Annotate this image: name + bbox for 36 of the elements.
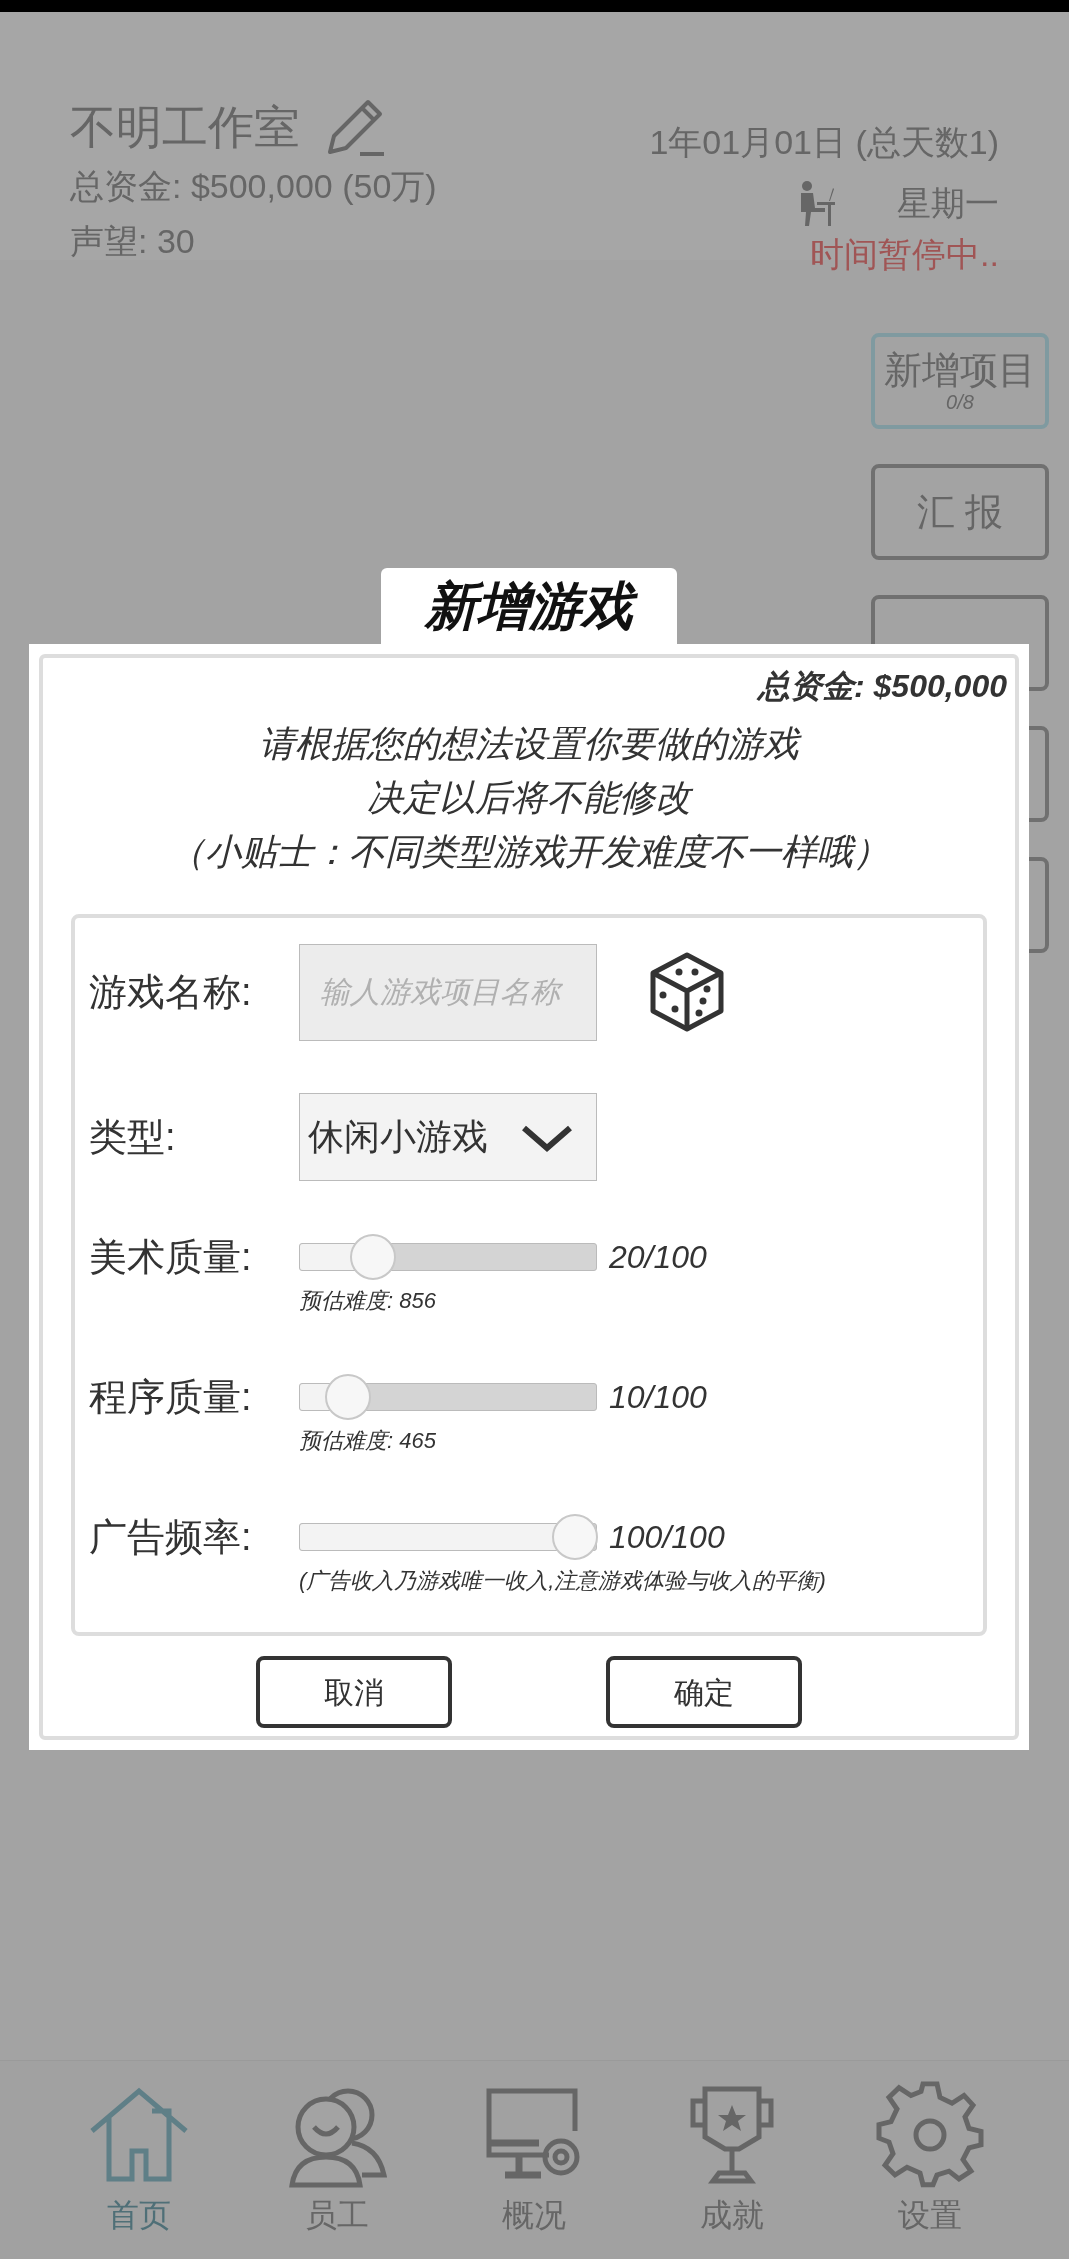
nav-tab[interactable]: 成就 bbox=[667, 2081, 798, 2259]
game-name-input[interactable]: 输人游戏项目名称 bbox=[299, 943, 597, 1041]
slider-reading: 100/100 bbox=[609, 1518, 725, 1557]
nav-tab[interactable]: 概况 bbox=[469, 2081, 600, 2259]
reputation: 声望: 30 bbox=[70, 221, 196, 262]
slider-reading: 20/100 bbox=[609, 1238, 707, 1277]
nav-tab[interactable]: 员工 bbox=[271, 2081, 402, 2259]
dialog-title: 新增游戏 bbox=[381, 568, 677, 644]
field-label: 程序质量: bbox=[89, 1374, 253, 1420]
slider-thumb[interactable] bbox=[325, 1374, 372, 1420]
dialog-button[interactable]: 确定 bbox=[606, 1656, 802, 1728]
studio-name: 不明工作室 bbox=[70, 99, 300, 155]
nav-tab[interactable]: 首页 bbox=[73, 2081, 204, 2259]
nav-tab[interactable]: 设置 bbox=[865, 2081, 996, 2259]
instruction-text: （小贴士：不同类型游戏开发难度不一样哦） bbox=[169, 830, 889, 874]
slider-note: (广告收入乃游戏唯一收入,注意游戏体验与收入的平衡) bbox=[299, 1567, 826, 1595]
field-label: 游戏名称: bbox=[89, 969, 253, 1015]
side-menu-button[interactable]: 新增项目 0/8 bbox=[871, 333, 1049, 429]
slider-thumb[interactable] bbox=[552, 1514, 598, 1560]
slider-note: 预估难度: 856 bbox=[299, 1287, 437, 1315]
time-status: 时间暂停中.. bbox=[810, 234, 999, 275]
slider-reading: 10/100 bbox=[609, 1378, 707, 1417]
genre-dropdown[interactable]: 休闲小游戏 bbox=[299, 1093, 597, 1181]
game-date: 1年01月01日 (总天数1) bbox=[649, 122, 999, 163]
slider-thumb[interactable] bbox=[350, 1234, 397, 1280]
instruction-text: 决定以后将不能修改 bbox=[367, 776, 691, 820]
field-label: 美术质量: bbox=[89, 1234, 253, 1280]
weekday: 星期一 bbox=[897, 183, 999, 224]
dice-icon[interactable] bbox=[649, 951, 725, 1033]
side-menu-button[interactable]: 汇 报 bbox=[871, 464, 1049, 560]
dialog-funds: 总资金: $500,000 bbox=[758, 667, 1007, 706]
field-label: 类型: bbox=[89, 1114, 177, 1160]
dialog-button[interactable]: 取消 bbox=[256, 1656, 452, 1728]
slider-note: 预估难度: 465 bbox=[299, 1427, 437, 1455]
field-label: 广告频率: bbox=[89, 1514, 253, 1560]
total-funds: 总资金: $500,000 (50万) bbox=[70, 166, 437, 207]
